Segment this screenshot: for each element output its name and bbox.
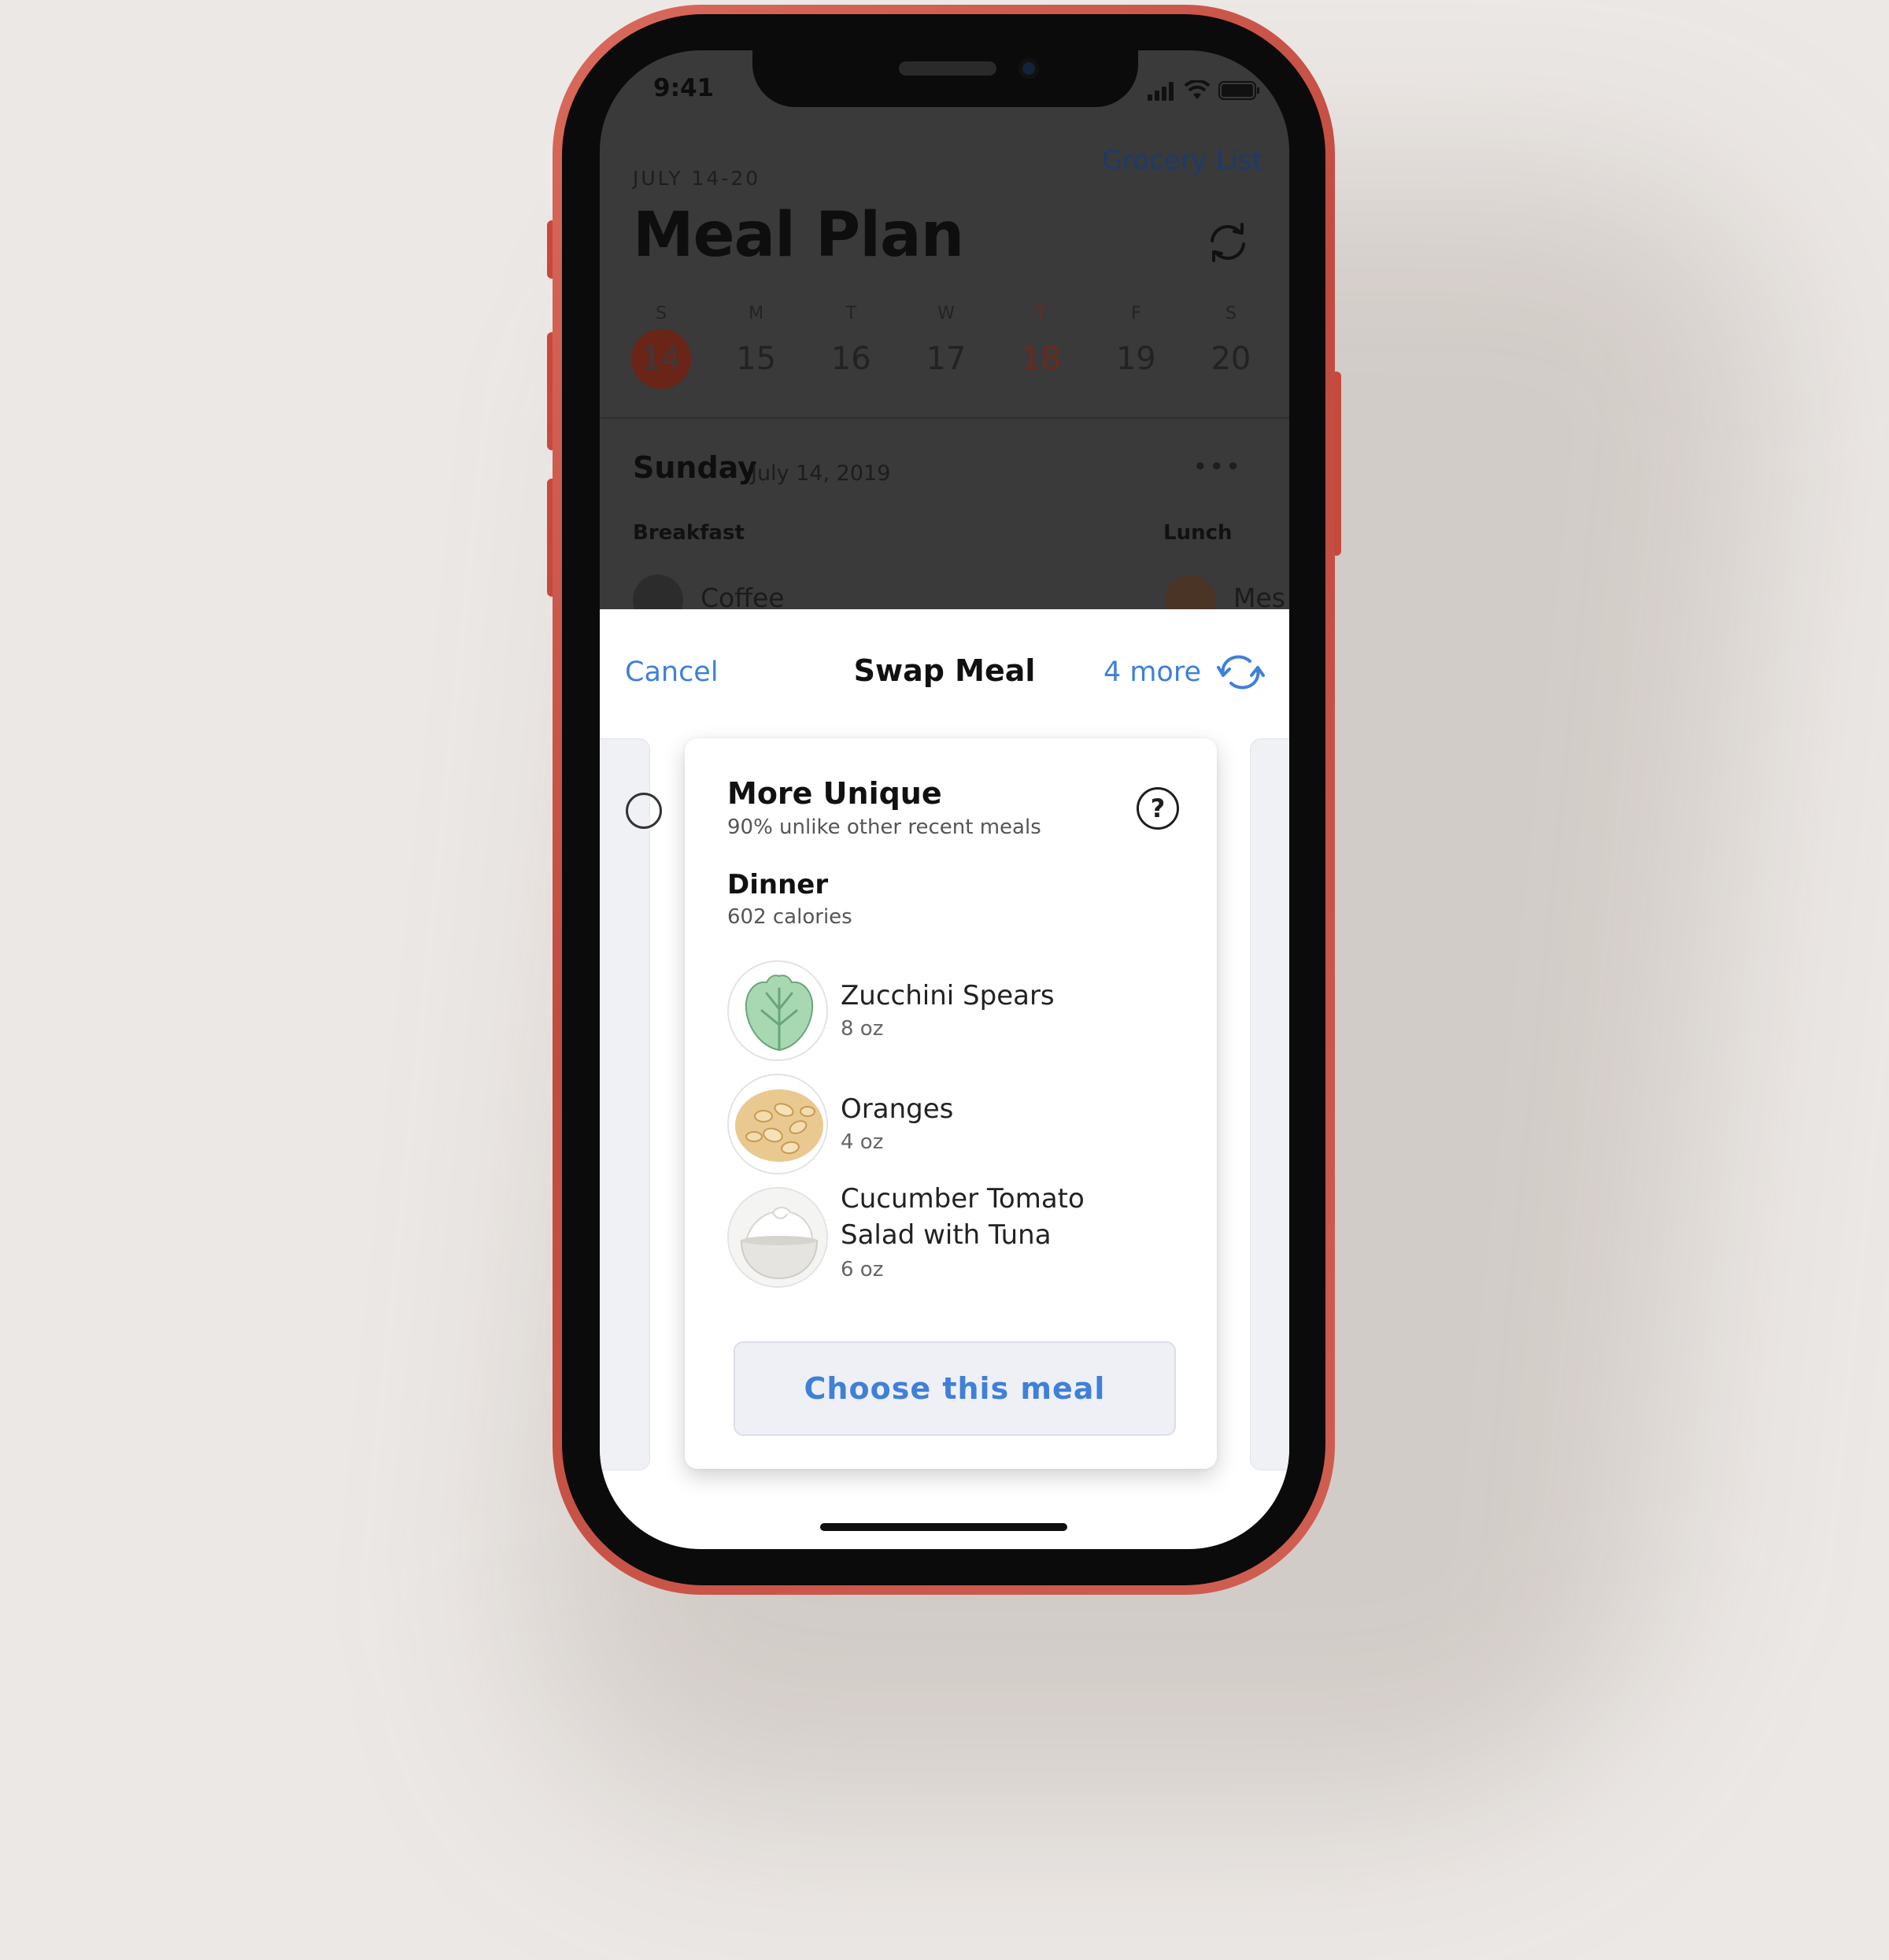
notch (752, 50, 1138, 107)
front-camera (1018, 58, 1039, 79)
food-amount: 8 oz (841, 1017, 884, 1041)
food-thumbnail (727, 960, 828, 1061)
help-icon (626, 793, 662, 829)
meal-option-card: More Unique 90% unlike other recent meal… (685, 738, 1217, 1469)
option-subtitle: 90% unlike other recent meals (727, 815, 1041, 839)
food-name-line-2: Salad with Tuna (841, 1219, 1052, 1251)
help-icon[interactable]: ? (1137, 787, 1179, 830)
phone-screen: 9:41 Grocery List JULY 14-20 Meal Plan S… (600, 50, 1289, 1549)
food-name-line-1: Cucumber Tomato (841, 1183, 1085, 1215)
lettuce-icon (745, 974, 814, 1052)
food-thumbnail (727, 1187, 828, 1288)
meal-type: Dinner (727, 869, 829, 900)
more-options-button[interactable]: 4 more (1103, 656, 1201, 688)
food-thumbnail (727, 1074, 828, 1174)
yogurt-bowl-icon (729, 1189, 826, 1286)
speaker-grille (899, 61, 996, 76)
choose-meal-button[interactable]: Choose this meal (734, 1341, 1176, 1436)
food-item: Oranges 4 oz (727, 1074, 1200, 1176)
food-item: Zucchini Spears 8 oz (727, 960, 1200, 1063)
home-indicator (820, 1523, 1067, 1531)
food-name: Zucchini Spears (841, 980, 1055, 1011)
food-amount: 6 oz (841, 1258, 884, 1281)
option-title: More Unique (727, 776, 942, 811)
oats-icon (735, 1089, 823, 1162)
refresh-icon[interactable] (1215, 652, 1266, 693)
food-item: Cucumber Tomato Salad with Tuna 6 oz (727, 1183, 1200, 1297)
previous-meal-card[interactable] (600, 738, 662, 1470)
food-name: Oranges (841, 1093, 954, 1125)
next-meal-card[interactable] (1250, 738, 1289, 1470)
dim-overlay (600, 50, 1289, 609)
food-amount: 4 oz (841, 1130, 884, 1154)
meal-calories: 602 calories (727, 905, 852, 929)
swap-meal-sheet: Cancel Swap Meal 4 more More Unique 90% … (600, 609, 1289, 1549)
